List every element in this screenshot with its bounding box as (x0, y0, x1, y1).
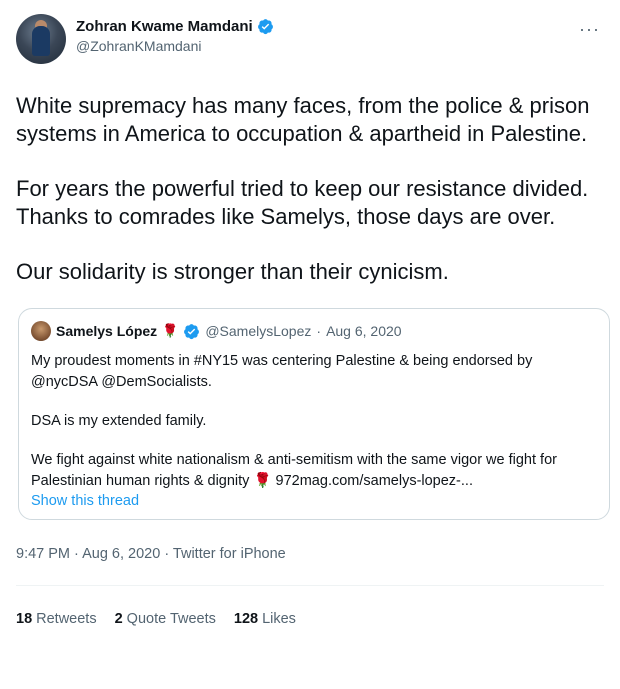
verified-badge-icon (183, 323, 200, 340)
quote-tweets-stat[interactable]: 2 Quote Tweets (115, 611, 216, 627)
likes-stat[interactable]: 128 Likes (234, 611, 296, 627)
author-display-name[interactable]: Zohran Kwame Mamdani (76, 18, 253, 35)
retweets-count: 18 (16, 611, 33, 627)
author-names: Zohran Kwame Mamdani @ZohranKMamdani (76, 18, 274, 54)
quoted-tweet-text: My proudest moments in #NY15 was centeri… (31, 351, 597, 492)
divider (16, 585, 604, 586)
quoted-tweet[interactable]: Samelys López 🌹 @SamelysLopez · Aug 6, 2… (18, 308, 610, 520)
likes-label: Likes (262, 611, 296, 627)
rose-icon: 🌹 (162, 323, 179, 338)
quoted-author-avatar (31, 321, 51, 341)
tweet-stats: 18 Retweets 2 Quote Tweets 128 Likes (16, 611, 604, 627)
tweet-meta[interactable]: 9:47 PM · Aug 6, 2020 · Twitter for iPho… (16, 546, 604, 568)
quoted-author-handle: @SamelysLopez (205, 323, 312, 339)
quote-tweets-label: Quote Tweets (126, 611, 216, 627)
likes-count: 128 (233, 611, 259, 627)
author-handle[interactable]: @ZohranKMamdani (76, 38, 274, 54)
separator-dot: · (316, 323, 322, 339)
quoted-author-name: Samelys López (56, 323, 158, 339)
show-thread-link[interactable]: Show this thread (31, 493, 597, 509)
quoted-tweet-header: Samelys López 🌹 @SamelysLopez · Aug 6, 2… (31, 321, 597, 341)
verified-badge-icon (257, 18, 274, 35)
quoted-paragraph: My proudest moments in #NY15 was centeri… (31, 353, 533, 390)
tweet-paragraph: White supremacy has many faces, from the… (16, 93, 590, 146)
tweet-paragraph: Our solidarity is stronger than their cy… (16, 259, 449, 284)
author-avatar[interactable] (16, 14, 66, 64)
tweet-paragraph: For years the powerful tried to keep our… (16, 176, 589, 229)
quoted-date: Aug 6, 2020 (326, 323, 402, 339)
retweets-label: Retweets (36, 611, 97, 627)
tweet-text: White supremacy has many faces, from the… (16, 92, 604, 286)
quoted-paragraph: We fight against white nationalism & ant… (31, 452, 557, 489)
quoted-paragraph: DSA is my extended family. (31, 413, 207, 429)
tweet-card: Zohran Kwame Mamdani @ZohranKMamdani ···… (0, 0, 620, 689)
tweet-header: Zohran Kwame Mamdani @ZohranKMamdani ··· (16, 14, 604, 70)
quote-tweets-count: 2 (114, 611, 123, 627)
retweets-stat[interactable]: 18 Retweets (16, 611, 97, 627)
more-options-icon[interactable]: ··· (579, 20, 600, 38)
